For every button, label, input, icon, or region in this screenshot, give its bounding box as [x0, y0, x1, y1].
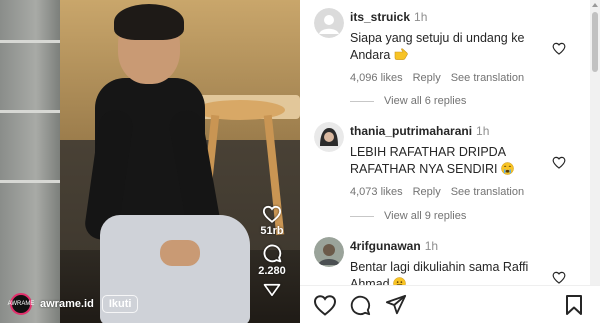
- video-share-button[interactable]: [252, 283, 292, 297]
- comment-likes[interactable]: 4,073 likes: [350, 186, 403, 198]
- comment-time: 1h: [476, 124, 490, 138]
- person-hair: [114, 4, 184, 40]
- see-translation-link[interactable]: See translation: [451, 186, 524, 198]
- comment-avatar[interactable]: [314, 237, 344, 267]
- scroll-up-arrow-icon[interactable]: [592, 3, 598, 7]
- comment-text-content: Bentar lagi dikuliahin sama Raffi Ahmad: [350, 260, 529, 285]
- person-hand: [160, 240, 200, 266]
- background-shelf: [0, 0, 60, 323]
- heart-icon[interactable]: [552, 271, 566, 284]
- comment-text-content: LEBIH RAFATHAR DRIPDA RAFATHAR NYA SENDI…: [350, 145, 506, 176]
- comment-text: Bentar lagi dikuliahin sama Raffi Ahmad: [350, 259, 555, 285]
- heart-icon[interactable]: [313, 294, 337, 316]
- video-comments-count: 2.280: [258, 265, 286, 277]
- video-likes-count: 51rb: [260, 225, 284, 237]
- share-icon: [263, 283, 281, 297]
- comment-username[interactable]: 4rifgunawan: [350, 239, 421, 253]
- view-replies-label: View all 9 replies: [384, 210, 467, 222]
- comment-text: LEBIH RAFATHAR DRIPDA RAFATHAR NYA SENDI…: [350, 144, 555, 178]
- video-owner: AWRAME awrame.id Ikuti: [7, 293, 139, 315]
- avatar-text: AWRAME: [7, 301, 35, 307]
- comments-panel: its_struick 1h Siapa yang setuju di undan…: [300, 0, 590, 285]
- comment-time: 1h: [424, 239, 439, 253]
- comment-avatar[interactable]: [314, 122, 344, 152]
- replies-divider: [350, 100, 374, 102]
- shelf-line: [0, 180, 60, 183]
- comment-text: Siapa yang setuju di undang ke Andara: [350, 30, 555, 64]
- video-comment-button[interactable]: 2.280: [252, 243, 292, 277]
- default-avatar-icon: [314, 8, 344, 38]
- comment-likes[interactable]: 4,096 likes: [350, 72, 403, 84]
- video-like-button[interactable]: 51rb: [252, 205, 292, 237]
- shelf-line: [0, 110, 60, 113]
- heart-icon[interactable]: [552, 156, 566, 169]
- comment-username[interactable]: its_struick: [350, 10, 410, 24]
- reel-video[interactable]: 51rb 2.280 AWRAME awrame.id Ikuti: [0, 0, 300, 323]
- shelf-line: [0, 40, 60, 43]
- comment-icon[interactable]: [349, 294, 371, 316]
- replies-divider: [350, 215, 374, 217]
- comment-item: its_struick 1h Siapa yang setuju di undan…: [314, 8, 584, 84]
- comment-username[interactable]: thania_putrimaharani: [350, 124, 472, 138]
- view-replies-link[interactable]: View all 6 replies: [350, 95, 466, 107]
- comment-text-content: Siapa yang setuju di undang ke Andara: [350, 31, 525, 62]
- grinning-face-icon: [393, 277, 406, 285]
- comment-item: 4rifgunawan 1h Bentar lagi dikuliahin sam…: [314, 237, 584, 285]
- user-photo-avatar: [314, 237, 344, 267]
- backhand-index-pointing-right-icon: [394, 48, 408, 60]
- comment-meta: 4,096 likes Reply See translation: [350, 72, 555, 84]
- reply-link[interactable]: Reply: [413, 186, 441, 198]
- comment-icon: [263, 244, 282, 263]
- see-translation-link[interactable]: See translation: [451, 72, 524, 84]
- comment-time: 1h: [414, 10, 428, 24]
- view-replies-link[interactable]: View all 9 replies: [350, 210, 466, 222]
- video-owner-avatar[interactable]: AWRAME: [7, 293, 35, 315]
- comment-avatar[interactable]: [314, 8, 344, 38]
- crying-face-icon: [501, 162, 514, 175]
- comment-meta: 4,073 likes Reply See translation: [350, 186, 555, 198]
- share-icon[interactable]: [385, 294, 407, 316]
- user-photo-avatar: [314, 122, 344, 152]
- scrollbar-thumb[interactable]: [592, 12, 598, 72]
- heart-icon[interactable]: [552, 42, 566, 55]
- view-replies-label: View all 6 replies: [384, 95, 467, 107]
- post-action-bar: [300, 285, 600, 323]
- comment-item: thania_putrimaharani 1h LEBIH RAFATHAR DR…: [314, 122, 584, 198]
- video-actions: 51rb 2.280: [252, 205, 292, 303]
- bookmark-icon[interactable]: [565, 294, 583, 316]
- follow-button[interactable]: Ikuti: [101, 295, 139, 313]
- heart-icon: [262, 205, 282, 223]
- video-owner-username[interactable]: awrame.id: [40, 298, 94, 310]
- reply-link[interactable]: Reply: [413, 72, 441, 84]
